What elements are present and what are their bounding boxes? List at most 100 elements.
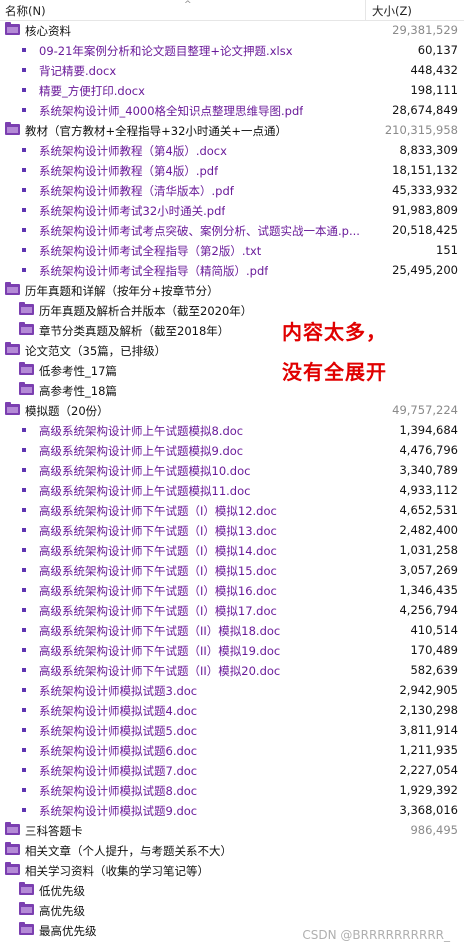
file-row[interactable]: 高级系统架构设计师下午试题（I）模拟14.doc 1,031,258 [0, 540, 464, 560]
file-row[interactable]: 系统架构设计师考试32小时通关.pdf 91,983,809 [0, 200, 464, 220]
file-row[interactable]: 系统架构设计师教程（第4版）.pdf 18,151,132 [0, 160, 464, 180]
file-row[interactable]: 背记精要.docx 448,432 [0, 60, 464, 80]
folder-row[interactable]: 章节分类真题及解析（截至2018年） [0, 320, 464, 340]
size-value: 3,811,914 [399, 723, 458, 737]
folder-icon [19, 362, 34, 375]
folder-name: 模拟题（20份） [25, 404, 109, 418]
file-row[interactable]: 高级系统架构设计师上午试题模拟8.doc 1,394,684 [0, 420, 464, 440]
file-bullet-icon [22, 588, 26, 592]
file-row[interactable]: 系统架构设计师模拟试题8.doc 1,929,392 [0, 780, 464, 800]
file-name: 系统架构设计师考试全程指导（第2版）.txt [39, 244, 262, 258]
file-name: 系统架构设计师教程（第4版）.pdf [39, 164, 219, 178]
file-bullet-icon [22, 208, 26, 212]
name-column-header[interactable]: 名称(N) [5, 3, 46, 19]
folder-row[interactable]: 相关学习资料（收集的学习笔记等） [0, 860, 464, 880]
folder-row[interactable]: 三科答题卡 986,495 [0, 820, 464, 840]
folder-name: 章节分类真题及解析（截至2018年） [39, 324, 230, 338]
folder-icon [5, 842, 20, 855]
file-row[interactable]: 高级系统架构设计师下午试题（I）模拟15.doc 3,057,269 [0, 560, 464, 580]
folder-icon [5, 122, 20, 135]
file-row[interactable]: 系统架构设计师考试全程指导（精简版）.pdf 25,495,200 [0, 260, 464, 280]
size-value: 4,256,794 [399, 603, 458, 617]
file-bullet-icon [22, 708, 26, 712]
file-row[interactable]: 系统架构设计师考试全程指导（第2版）.txt 151 [0, 240, 464, 260]
folder-row[interactable]: 核心资料 29,381,529 [0, 20, 464, 40]
file-list: 核心资料 29,381,529 09-21年案例分析和论文题目整理+论文押题.xls… [0, 20, 464, 940]
folder-row[interactable]: 高参考性_18篇 [0, 380, 464, 400]
file-bullet-icon [22, 188, 26, 192]
file-row[interactable]: 系统架构设计师模拟试题4.doc 2,130,298 [0, 700, 464, 720]
file-row[interactable]: 系统架构设计师模拟试题3.doc 2,942,905 [0, 680, 464, 700]
file-row[interactable]: 高级系统架构设计师下午试题（II）模拟20.doc 582,639 [0, 660, 464, 680]
file-bullet-icon [22, 268, 26, 272]
file-row[interactable]: 高级系统架构设计师下午试题（I）模拟16.doc 1,346,435 [0, 580, 464, 600]
file-row[interactable]: 系统架构设计师教程（第4版）.docx 8,833,309 [0, 140, 464, 160]
file-row[interactable]: 系统架构设计师教程（清华版本）.pdf 45,333,932 [0, 180, 464, 200]
size-value: 170,489 [410, 643, 458, 657]
size-value: 20,518,425 [392, 223, 458, 237]
size-value: 198,111 [410, 83, 458, 97]
file-name: 系统架构设计师教程（清华版本）.pdf [39, 184, 234, 198]
file-name: 高级系统架构设计师下午试题（I）模拟12.doc [39, 504, 277, 518]
folder-row[interactable]: 教材（官方教材+全程指导+32小时通关+一点通） 210,315,958 [0, 120, 464, 140]
size-value: 210,315,958 [384, 123, 458, 137]
file-name: 系统架构设计师考试考点突破、案例分析、试题实战一本通.p... [39, 224, 360, 238]
file-bullet-icon [22, 548, 26, 552]
folder-row[interactable]: 高优先级 [0, 900, 464, 920]
file-name: 系统架构设计师模拟试题4.doc [39, 704, 198, 718]
folder-row[interactable]: 低优先级 [0, 880, 464, 900]
file-row[interactable]: 精要_方便打印.docx 198,111 [0, 80, 464, 100]
file-name: 系统架构设计师模拟试题7.doc [39, 764, 198, 778]
size-value: 986,495 [410, 823, 458, 837]
folder-row[interactable]: 历年真题及解析合并版本（截至2020年） [0, 300, 464, 320]
folder-name: 高参考性_18篇 [39, 384, 117, 398]
folder-row[interactable]: 低参考性_17篇 [0, 360, 464, 380]
file-name: 高级系统架构设计师上午试题模拟10.doc [39, 464, 251, 478]
size-value: 1,929,392 [399, 783, 458, 797]
folder-icon [19, 382, 34, 395]
file-bullet-icon [22, 608, 26, 612]
file-row[interactable]: 系统架构设计师模拟试题5.doc 3,811,914 [0, 720, 464, 740]
file-bullet-icon [22, 88, 26, 92]
column-separator[interactable] [365, 0, 366, 20]
size-value: 1,031,258 [399, 543, 458, 557]
folder-name: 历年真题及解析合并版本（截至2020年） [39, 304, 253, 318]
file-row[interactable]: 系统架构设计师模拟试题9.doc 3,368,016 [0, 800, 464, 820]
file-row[interactable]: 高级系统架构设计师下午试题（I）模拟13.doc 2,482,400 [0, 520, 464, 540]
folder-row[interactable]: 模拟题（20份） 49,757,224 [0, 400, 464, 420]
size-value: 25,495,200 [392, 263, 458, 277]
file-bullet-icon [22, 508, 26, 512]
file-row[interactable]: 高级系统架构设计师上午试题模拟11.doc 4,933,112 [0, 480, 464, 500]
folder-name: 低参考性_17篇 [39, 364, 117, 378]
file-row[interactable]: 高级系统架构设计师下午试题（II）模拟19.doc 170,489 [0, 640, 464, 660]
size-value: 410,514 [410, 623, 458, 637]
file-bullet-icon [22, 528, 26, 532]
file-row[interactable]: 系统架构设计师模拟试题6.doc 1,211,935 [0, 740, 464, 760]
file-row[interactable]: 高级系统架构设计师下午试题（I）模拟12.doc 4,652,531 [0, 500, 464, 520]
file-row[interactable]: 高级系统架构设计师下午试题（II）模拟18.doc 410,514 [0, 620, 464, 640]
folder-icon [5, 282, 20, 295]
size-value: 2,130,298 [399, 703, 458, 717]
size-value: 1,211,935 [399, 743, 458, 757]
file-row[interactable]: 系统架构设计师_4000格全知识点整理思维导图.pdf 28,674,849 [0, 100, 464, 120]
file-row[interactable]: 高级系统架构设计师上午试题模拟9.doc 4,476,796 [0, 440, 464, 460]
file-bullet-icon [22, 428, 26, 432]
file-bullet-icon [22, 648, 26, 652]
file-name: 高级系统架构设计师下午试题（I）模拟17.doc [39, 604, 277, 618]
size-column-header[interactable]: 大小(Z) [372, 3, 412, 19]
size-value: 582,639 [410, 663, 458, 677]
file-row[interactable]: 高级系统架构设计师上午试题模拟10.doc 3,340,789 [0, 460, 464, 480]
folder-row[interactable]: 相关文章（个人提升，与考题关系不大） [0, 840, 464, 860]
file-bullet-icon [22, 488, 26, 492]
folder-icon [19, 322, 34, 335]
file-bullet-icon [22, 108, 26, 112]
file-row[interactable]: 高级系统架构设计师下午试题（I）模拟17.doc 4,256,794 [0, 600, 464, 620]
folder-row[interactable]: 历年真题和详解（按年分+按章节分） [0, 280, 464, 300]
file-name: 系统架构设计师模拟试题6.doc [39, 744, 198, 758]
file-row[interactable]: 09-21年案例分析和论文题目整理+论文押题.xlsx 60,137 [0, 40, 464, 60]
file-row[interactable]: 系统架构设计师考试考点突破、案例分析、试题实战一本通.p... 20,518,42… [0, 220, 464, 240]
file-row[interactable]: 系统架构设计师模拟试题7.doc 2,227,054 [0, 760, 464, 780]
watermark: CSDN @BRRRRRRRRRR_ [302, 928, 450, 942]
size-value: 49,757,224 [392, 403, 458, 417]
folder-row[interactable]: 论文范文（35篇，已排级） [0, 340, 464, 360]
